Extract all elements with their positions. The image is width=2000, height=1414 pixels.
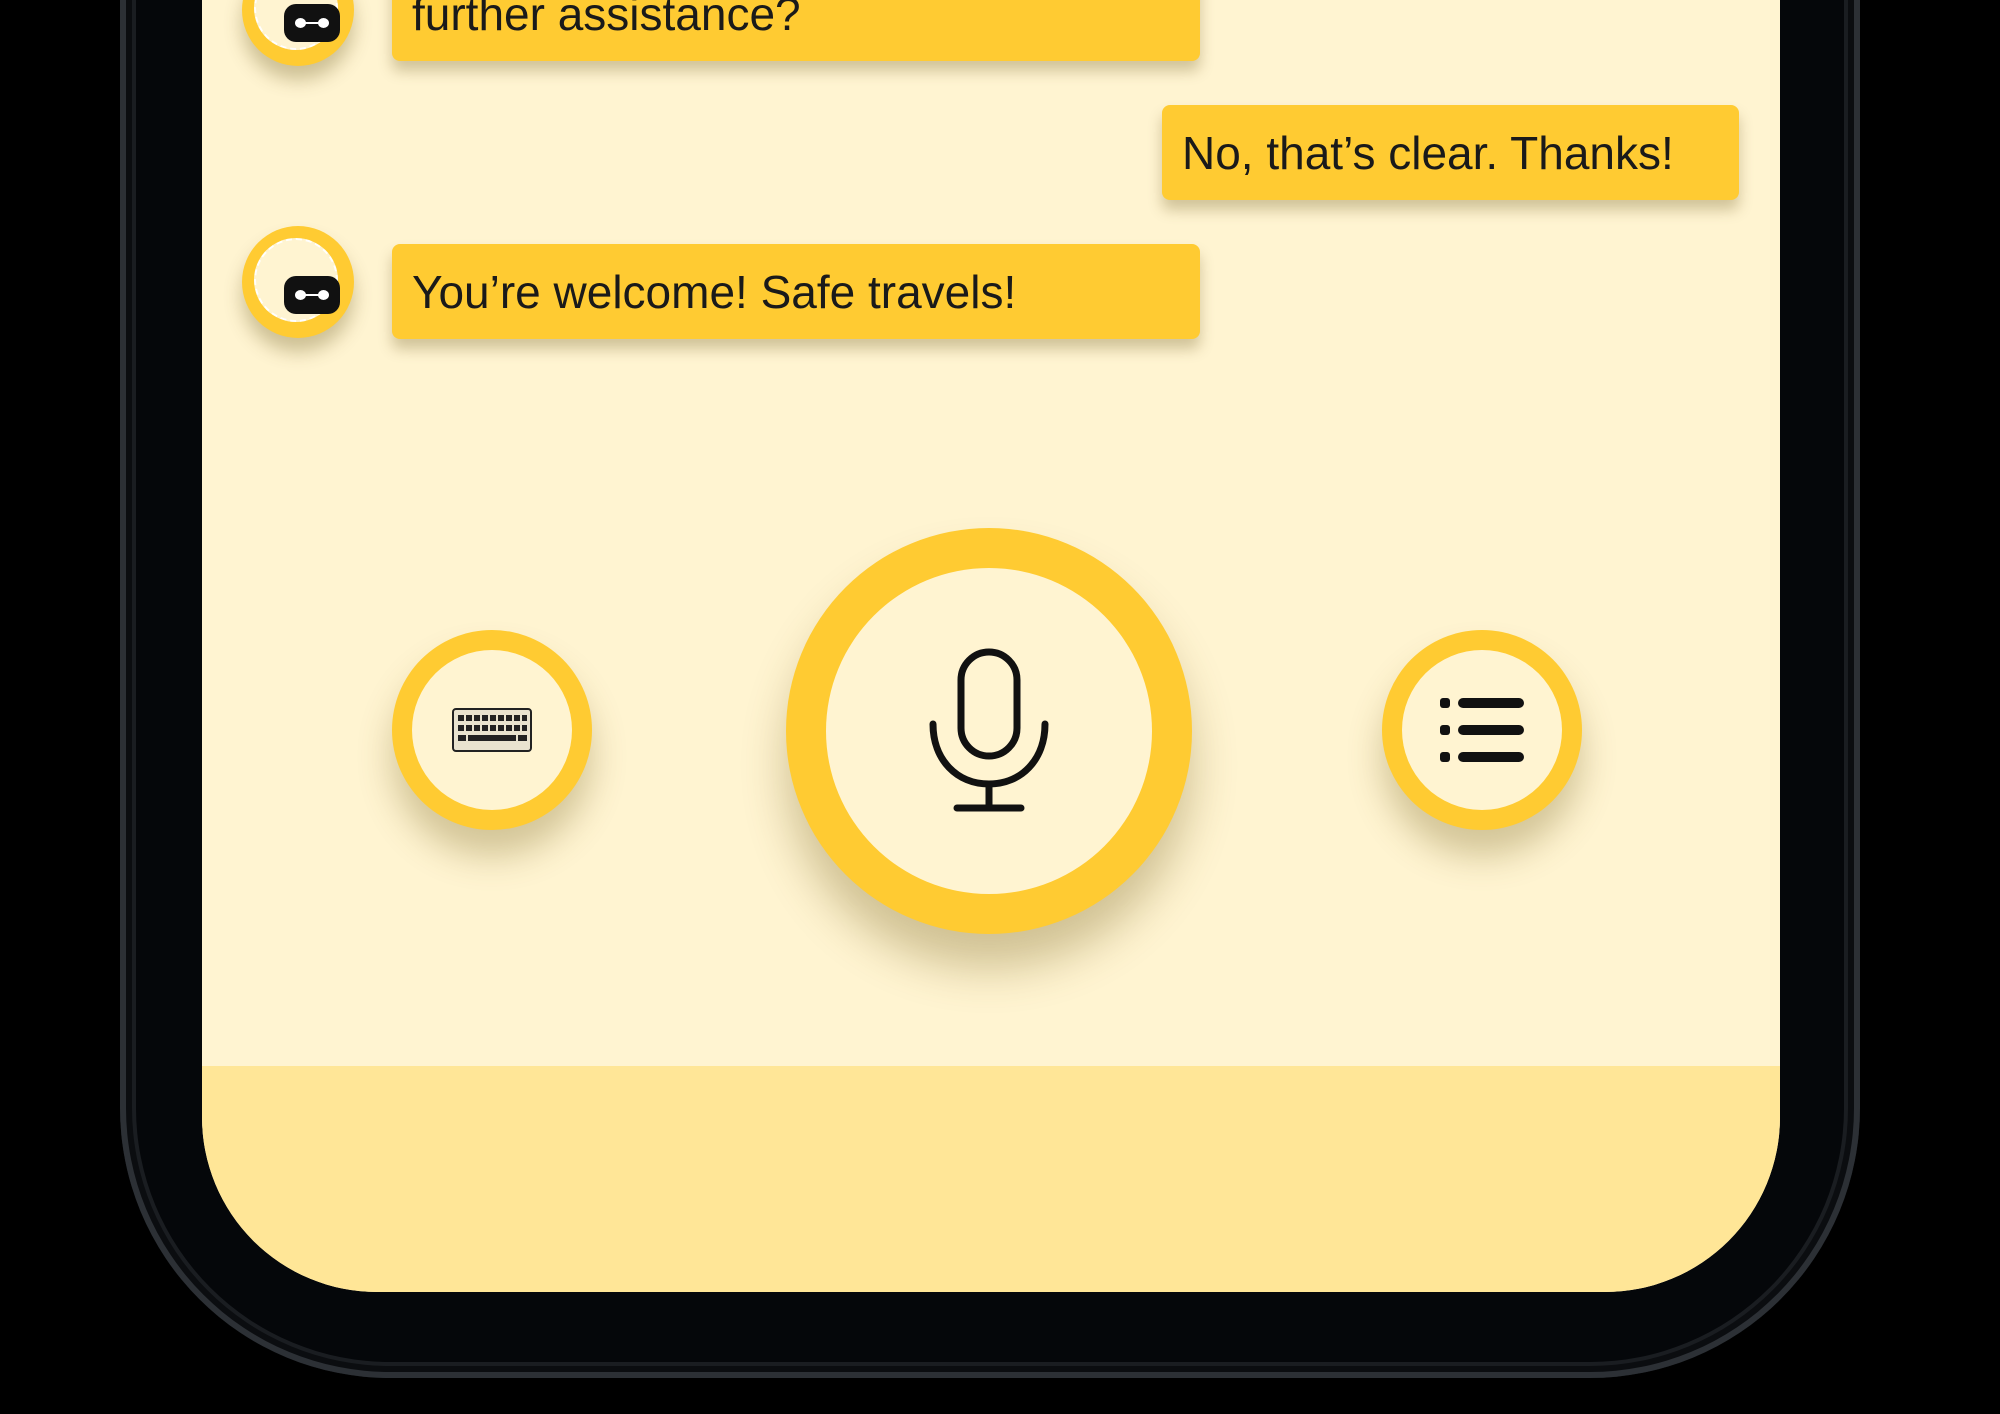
message-bubble: You’re welcome! Safe travels! bbox=[392, 244, 1200, 339]
message-text: You’re welcome! Safe travels! bbox=[412, 265, 1017, 318]
keyboard-icon bbox=[452, 708, 532, 752]
bot-avatar bbox=[242, 226, 354, 338]
message-text: No, that’s clear. Thanks! bbox=[1182, 126, 1674, 179]
microphone-icon bbox=[929, 648, 1049, 812]
message-bubble: No, that’s clear. Thanks! bbox=[1162, 105, 1739, 200]
bot-icon bbox=[284, 4, 340, 42]
message-text: further assistance? bbox=[412, 0, 801, 40]
microphone-button[interactable] bbox=[786, 528, 1192, 934]
keyboard-button[interactable] bbox=[392, 630, 592, 830]
bot-icon bbox=[284, 276, 340, 314]
bot-avatar bbox=[242, 0, 354, 66]
menu-button[interactable] bbox=[1382, 630, 1582, 830]
app-screen: further assistance? No, that’s clear. Th… bbox=[202, 0, 1780, 1292]
message-bubble: further assistance? bbox=[392, 0, 1200, 61]
bottom-bar bbox=[202, 1066, 1780, 1292]
list-icon bbox=[1440, 698, 1524, 762]
stage: further assistance? No, that’s clear. Th… bbox=[0, 0, 2000, 1414]
